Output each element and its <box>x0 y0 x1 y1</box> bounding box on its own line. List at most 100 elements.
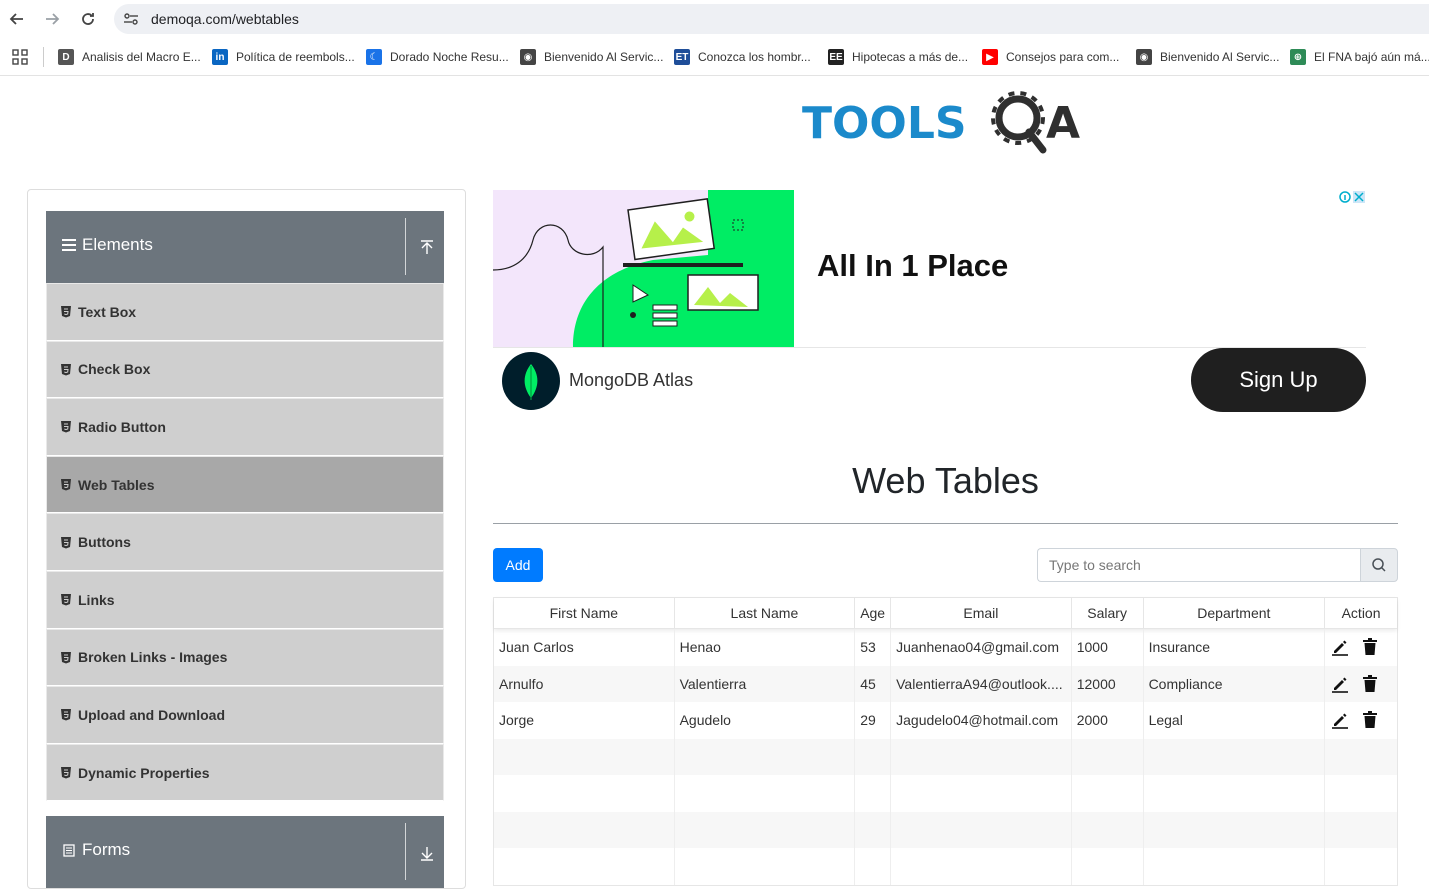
url-text: demoqa.com/webtables <box>151 11 299 27</box>
sidebar-item-label: Upload and Download <box>78 706 225 723</box>
table-cell <box>891 738 1072 775</box>
sidebar-item-buttons[interactable]: Buttons <box>46 513 444 571</box>
table-cell: Legal <box>1144 702 1326 739</box>
search-button[interactable] <box>1360 548 1398 582</box>
bookmark-item[interactable]: in Política de reembols... <box>212 47 355 67</box>
site-settings-icon[interactable] <box>122 10 140 28</box>
bookmark-item[interactable]: EE Hipotecas a más de... <box>828 47 968 67</box>
table-cell: 2000 <box>1072 702 1144 739</box>
add-button[interactable]: Add <box>493 548 543 582</box>
sidebar-item-dynamic-properties[interactable]: Dynamic Properties <box>46 743 444 802</box>
table-cell: 29 <box>855 702 892 739</box>
action-cell <box>1325 666 1397 703</box>
logo-text-tools: TOOLS <box>802 98 967 149</box>
column-header[interactable]: Salary <box>1072 598 1144 628</box>
url-field[interactable]: demoqa.com/webtables <box>114 4 1429 34</box>
collapse-up-icon[interactable] <box>418 239 436 257</box>
sidebar-item-web-tables[interactable]: Web Tables <box>46 455 444 514</box>
table-cell <box>1144 738 1326 775</box>
bookmark-item[interactable]: ⊕ El FNA bajó aún má... <box>1290 47 1429 67</box>
table-cell: Jagudelo04@hotmail.com <box>891 702 1072 739</box>
sidebar-item-label: Dynamic Properties <box>78 764 210 781</box>
delete-icon[interactable] <box>1362 711 1378 729</box>
column-header[interactable]: Age <box>855 598 892 628</box>
table-cell <box>855 848 892 885</box>
mongodb-leaf-icon <box>502 352 560 410</box>
expand-down-icon[interactable] <box>418 844 436 862</box>
column-header[interactable]: Department <box>1144 598 1326 628</box>
table-cell: ValentierraA94@outlook.... <box>891 665 1072 702</box>
bookmark-item[interactable]: ☾ Dorado Noche Resu... <box>366 47 509 67</box>
elements-menu-list: Text Box Check Box Radio Button Web Tables B… <box>46 283 444 802</box>
table-cell <box>675 811 856 848</box>
table-cell <box>1325 775 1397 812</box>
table-cell <box>1072 775 1144 812</box>
html5-icon <box>61 651 71 664</box>
header-divider <box>405 823 406 880</box>
sidebar-item-radio-button[interactable]: Radio Button <box>46 398 444 456</box>
toolsqa-logo[interactable]: TOOLS A <box>800 88 1095 160</box>
column-header[interactable]: Email <box>891 598 1072 628</box>
sidebar-item-links[interactable]: Links <box>46 570 444 629</box>
apps-grid-icon[interactable] <box>12 49 28 65</box>
group-header-forms[interactable]: Forms <box>46 816 444 888</box>
edit-icon[interactable] <box>1331 675 1349 693</box>
action-cell <box>1325 702 1397 739</box>
table-cell <box>855 775 892 812</box>
bookmark-label: Hipotecas a más de... <box>852 50 969 64</box>
reload-icon[interactable] <box>77 8 99 30</box>
sidebar-item-label: Links <box>78 591 115 608</box>
ad-brand-name: MongoDB Atlas <box>569 370 694 390</box>
table-cell: Agudelo <box>675 702 856 739</box>
advertisement[interactable]: All In 1 Place MongoDB Atlas Sign Up <box>493 190 1366 425</box>
back-icon[interactable] <box>6 8 28 30</box>
table-cell <box>675 738 856 775</box>
html5-icon <box>61 363 71 376</box>
forward-icon[interactable] <box>41 8 63 30</box>
sidebar-item-label: Web Tables <box>78 476 155 493</box>
sidebar-item-upload-and-download[interactable]: Upload and Download <box>46 686 444 744</box>
table-body: Juan Carlos Henao 53 Juanhenao04@gmail.com 1… <box>494 629 1397 885</box>
bookmark-label: Conozca los hombr... <box>698 50 811 64</box>
table-cell: Jorge <box>494 702 675 739</box>
group-header-elements[interactable]: Elements <box>46 211 444 283</box>
moon-icon: ☾ <box>366 49 382 65</box>
bookmark-label: Bienvenido Al Servic... <box>1160 50 1280 64</box>
delete-icon[interactable] <box>1362 638 1378 656</box>
delete-icon[interactable] <box>1362 674 1378 693</box>
forms-title: Forms <box>82 840 131 859</box>
table-cell <box>855 738 892 775</box>
sidebar-item-broken-links-images[interactable]: Broken Links - Images <box>46 628 444 687</box>
html5-icon <box>61 479 71 491</box>
ad-choices-icon[interactable] <box>1338 190 1366 204</box>
bookmark-label: Analisis del Macro E... <box>82 50 201 64</box>
bookmark-item[interactable]: D Analisis del Macro E... <box>58 47 201 67</box>
bookmarks-separator <box>43 47 44 67</box>
edit-icon[interactable] <box>1331 711 1349 730</box>
table-cell <box>1072 848 1144 885</box>
table-cell <box>891 811 1072 848</box>
table-cell: Compliance <box>1144 665 1326 702</box>
sidebar-item-label: Broken Links - Images <box>78 649 228 666</box>
table-cell <box>1325 848 1397 885</box>
sidebar-item-label: Radio Button <box>78 418 166 435</box>
edit-icon[interactable] <box>1331 638 1349 657</box>
sidebar-item-text-box[interactable]: Text Box <box>46 283 444 341</box>
sidebar-item-check-box[interactable]: Check Box <box>46 340 444 399</box>
bookmark-item[interactable]: ▶ Consejos para com... <box>982 47 1119 67</box>
column-header[interactable]: Action <box>1325 598 1397 628</box>
column-header[interactable]: First Name <box>494 598 675 628</box>
table-cell: 45 <box>855 665 892 702</box>
table-cell <box>1072 738 1144 775</box>
search-input[interactable]: Type to search <box>1037 548 1361 582</box>
bookmark-label: Política de reembols... <box>236 50 355 64</box>
ad-signup-button[interactable]: Sign Up <box>1191 348 1366 412</box>
column-header[interactable]: Last Name <box>675 598 856 628</box>
bookmark-item[interactable]: ET Conozca los hombr... <box>674 47 811 67</box>
search-icon <box>1372 558 1386 572</box>
world-icon: ⊕ <box>1290 49 1306 65</box>
bookmark-label: Consejos para com... <box>1006 50 1120 64</box>
html5-icon <box>61 709 71 721</box>
bookmark-item[interactable]: ◉ Bienvenido Al Servic... <box>520 47 663 67</box>
bookmark-item[interactable]: ◉ Bienvenido Al Servic... <box>1136 47 1279 67</box>
